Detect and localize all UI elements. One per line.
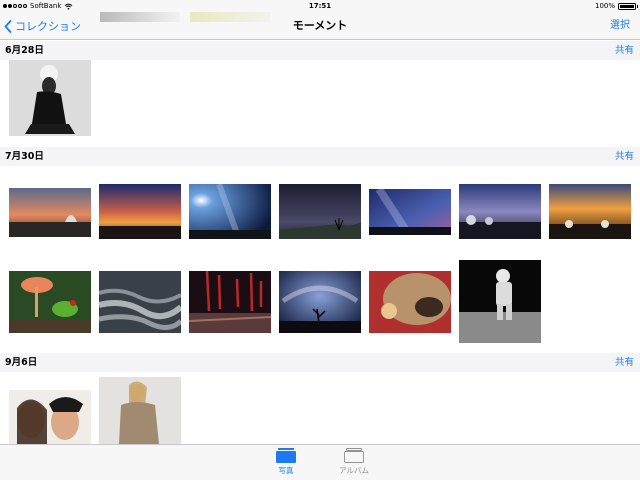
tab-label: アルバム [339, 466, 369, 475]
scrolled-photo-peek [100, 12, 180, 22]
share-button[interactable]: 共有 [615, 41, 634, 60]
photo-thumbnail[interactable] [9, 271, 91, 333]
share-button[interactable]: 共有 [615, 147, 634, 166]
battery-percent: 100% [594, 2, 615, 10]
photo-thumbnail[interactable] [369, 189, 451, 235]
moment-header: 6月28日 共有 [0, 41, 640, 60]
tab-label: 写真 [278, 466, 294, 475]
tab-bar: 写真 アルバム [0, 444, 640, 480]
photo-thumbnail[interactable] [459, 260, 541, 343]
photo-thumbnail[interactable] [9, 188, 91, 237]
photo-thumbnail[interactable] [9, 390, 91, 444]
tab-albums[interactable]: アルバム [324, 448, 384, 476]
status-right: 100% [594, 0, 638, 12]
back-button[interactable]: コレクション [4, 12, 81, 40]
chevron-left-icon [4, 19, 12, 33]
scrolled-photo-peek [190, 12, 270, 22]
albums-icon [344, 448, 364, 463]
status-bar: SoftBank 17:51 100% [0, 0, 640, 12]
photo-thumbnail[interactable] [189, 271, 271, 333]
moment-date: 7月30日 [5, 151, 44, 162]
photo-thumbnail[interactable] [369, 271, 451, 333]
moment-header: 9月6日 共有 [0, 353, 640, 372]
photo-thumbnail[interactable] [279, 184, 361, 239]
status-time: 17:51 [308, 2, 332, 10]
share-button[interactable]: 共有 [615, 353, 634, 372]
photo-thumbnail[interactable] [549, 184, 631, 239]
select-button[interactable]: 選択 [610, 12, 630, 40]
moment-header: 7月30日 共有 [0, 147, 640, 166]
photo-thumbnail[interactable] [99, 271, 181, 333]
navigation-bar: コレクション モーメント 選択 [0, 12, 640, 40]
tab-photos[interactable]: 写真 [256, 448, 316, 476]
moment-date: 9月6日 [5, 357, 38, 368]
photo-thumbnail[interactable] [279, 271, 361, 333]
photos-icon [276, 448, 296, 463]
photo-thumbnail[interactable] [99, 184, 181, 239]
photo-thumbnail[interactable] [99, 377, 181, 444]
photo-thumbnail[interactable] [459, 184, 541, 239]
photo-thumbnail[interactable] [9, 60, 91, 136]
back-button-label: コレクション [15, 20, 81, 33]
page-title: モーメント [292, 19, 348, 32]
photo-thumbnail[interactable] [189, 184, 271, 239]
moment-date: 6月28日 [5, 45, 44, 56]
battery-icon [618, 2, 638, 10]
